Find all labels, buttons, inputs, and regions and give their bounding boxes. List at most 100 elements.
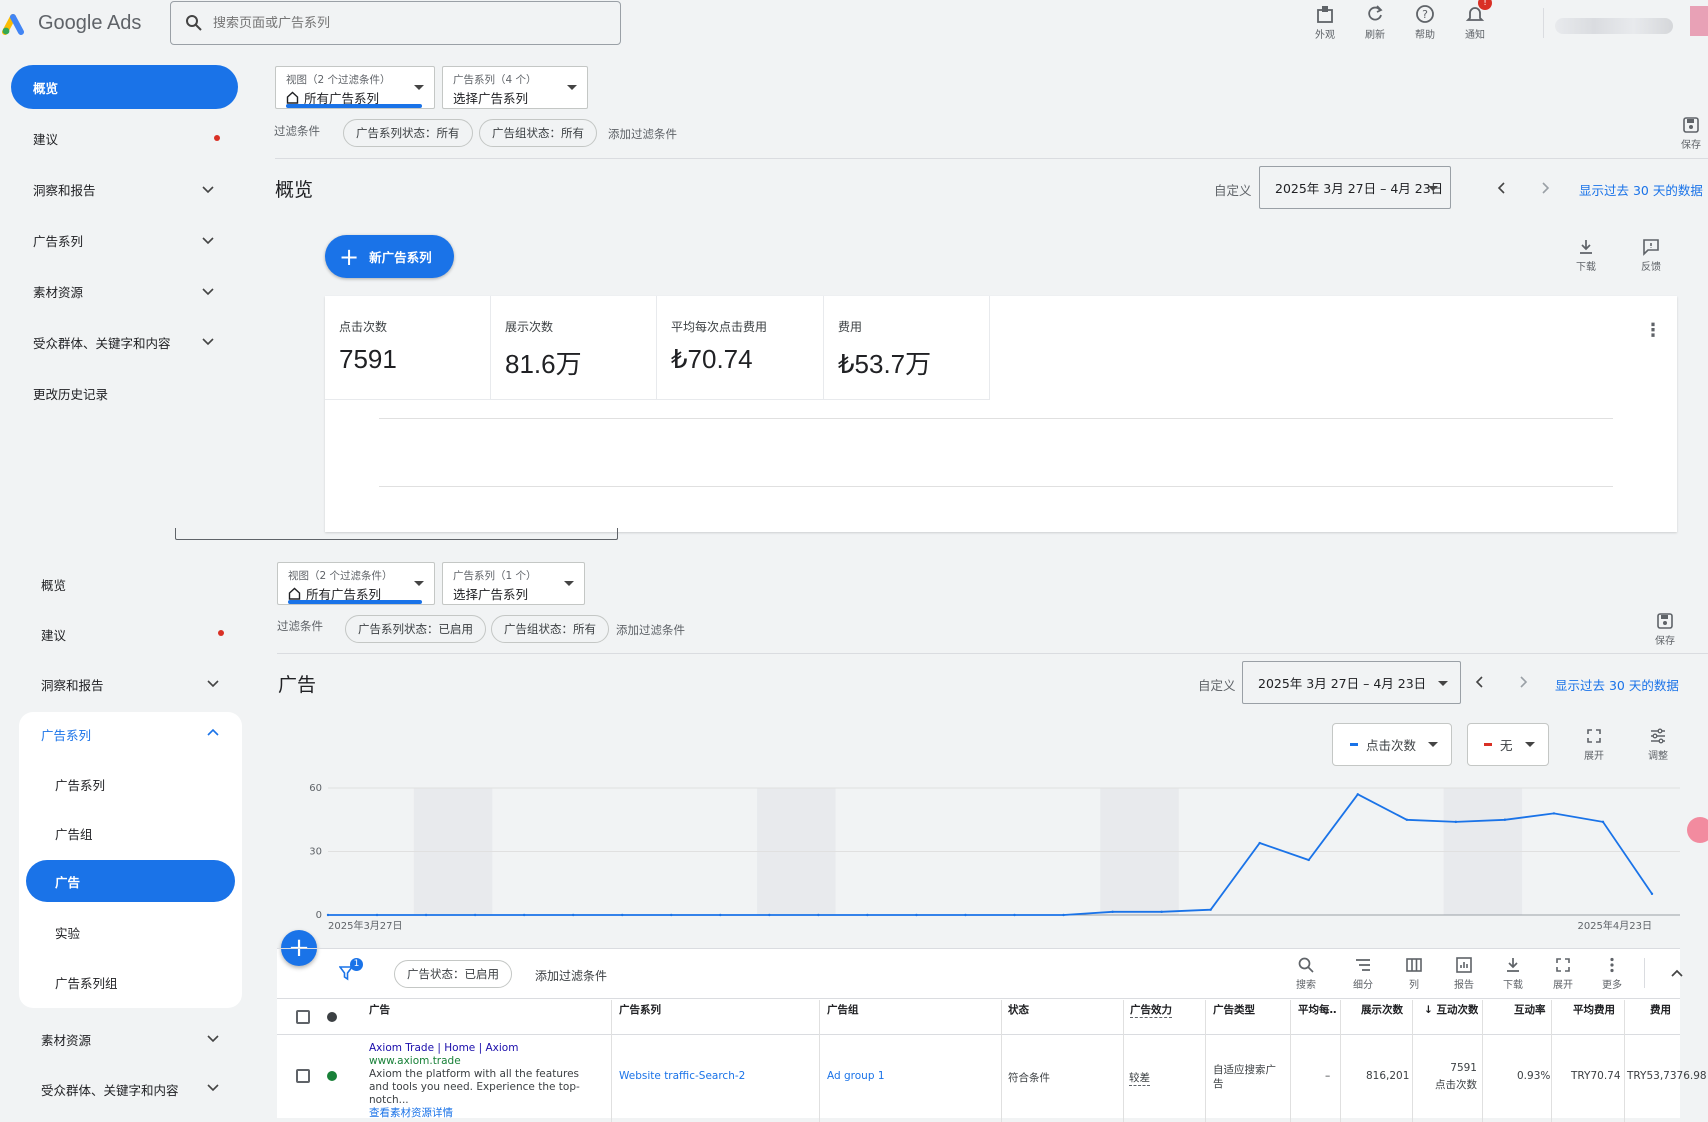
chart-metric1-select[interactable]: 点击次数	[1332, 723, 1452, 766]
ad-status-chip[interactable]: 广告状态：已启用	[394, 960, 512, 988]
data-point[interactable]	[1454, 820, 1458, 824]
view-dropdown[interactable]: 视图（2 个过滤条件） 所有广告系列	[277, 562, 435, 605]
search-box[interactable]	[170, 1, 621, 45]
save-button[interactable]: 保存	[1681, 116, 1701, 151]
data-point[interactable]	[964, 913, 967, 917]
column-header-avg-cpc[interactable]: 平均每…	[1298, 1002, 1336, 1017]
data-point[interactable]	[817, 913, 820, 917]
sidebar-item-overview[interactable]: 概览	[41, 575, 66, 594]
download-button[interactable]: 下载	[1576, 238, 1596, 273]
metric-avg-cpc[interactable]: 平均每次点击费用 ₺70.74	[657, 296, 824, 400]
help-button[interactable]: ? 帮助	[1400, 0, 1450, 41]
sidebar-item-assets[interactable]: 素材资源	[41, 1030, 91, 1049]
data-point[interactable]	[326, 913, 330, 917]
sidebar-subitem-campaigns[interactable]: 广告系列	[55, 775, 105, 794]
adgroup-status-chip[interactable]: 广告组状态：所有	[479, 119, 597, 147]
data-point[interactable]	[424, 913, 428, 917]
data-point[interactable]	[1209, 908, 1212, 911]
column-header-ad-strength[interactable]: 广告效力	[1130, 1002, 1172, 1018]
campaign-status-chip[interactable]: 广告系列状态：所有	[343, 119, 473, 147]
notifications-button[interactable]: ! 通知	[1450, 0, 1500, 41]
date-range-picker[interactable]: 2025年 3月 27日 – 4月 23日	[1242, 661, 1461, 704]
table-expand-button[interactable]: 展开	[1553, 956, 1573, 991]
metric-cost[interactable]: 费用 ₺53.7万	[824, 296, 990, 400]
metric-impressions[interactable]: 展示次数 81.6万	[491, 296, 657, 400]
sidebar-item-assets[interactable]: 素材资源	[33, 282, 83, 301]
search-input[interactable]	[213, 15, 593, 31]
date-range-picker[interactable]: 2025年 3月 27日 – 4月 23日	[1259, 166, 1451, 209]
sidebar-item-campaigns[interactable]: 广告系列	[41, 725, 91, 744]
campaign-status-chip[interactable]: 广告系列状态：已启用	[345, 615, 486, 643]
ad-headline[interactable]: Axiom Trade | Home | Axiom	[369, 1042, 584, 1055]
data-point[interactable]	[375, 913, 379, 917]
metric-clicks[interactable]: 点击次数 7591	[325, 296, 491, 400]
view-asset-details-link[interactable]: 查看素材资源详情	[369, 1107, 584, 1120]
avatar[interactable]	[1690, 6, 1708, 36]
data-point[interactable]	[621, 913, 624, 917]
more-button[interactable]: 更多	[1602, 956, 1622, 991]
sidebar-subitem-campaign-groups[interactable]: 广告系列组	[55, 973, 118, 992]
column-header-status[interactable]: 状态	[1008, 1002, 1029, 1017]
show-last-30-days-link[interactable]: 显示过去 30 天的数据	[1579, 180, 1703, 199]
chevron-down-icon[interactable]	[201, 334, 215, 348]
ad-strength[interactable]: 较差	[1129, 1070, 1150, 1086]
data-point[interactable]	[1258, 841, 1261, 845]
data-point[interactable]	[1405, 818, 1409, 821]
campaign-dropdown[interactable]: 广告系列（4 个） 选择广告系列	[442, 66, 588, 109]
data-point[interactable]	[915, 913, 918, 917]
data-point[interactable]	[670, 913, 673, 917]
sidebar-item-insights[interactable]: 洞察和报告	[33, 180, 96, 199]
column-header-ad-type[interactable]: 广告类型	[1213, 1002, 1255, 1017]
add-filter-link[interactable]: 添加过滤条件	[608, 126, 677, 142]
segment-button[interactable]: 细分	[1353, 956, 1373, 991]
data-point[interactable]	[866, 913, 869, 917]
campaign-link[interactable]: Website traffic-Search-2	[619, 1070, 745, 1082]
chevron-down-icon[interactable]	[206, 1031, 220, 1045]
chevron-left-icon[interactable]	[1472, 674, 1488, 690]
column-header-impressions[interactable]: 展示次数	[1361, 1002, 1403, 1017]
ad-preview[interactable]: Axiom Trade | Home | Axiom www.axiom.tra…	[369, 1042, 584, 1120]
account-info-blurred[interactable]	[1555, 18, 1673, 34]
column-header-avg-cost[interactable]: 平均费用	[1573, 1002, 1615, 1017]
sidebar-item-audiences[interactable]: 受众群体、关键字和内容	[41, 1080, 179, 1099]
chevron-left-icon[interactable]	[1494, 180, 1510, 196]
view-dropdown[interactable]: 视图（2 个过滤条件） 所有广告系列	[275, 66, 435, 109]
collapse-chevron-up-icon[interactable]	[1669, 966, 1685, 982]
data-point[interactable]	[1307, 858, 1310, 862]
new-campaign-button[interactable]: + 新广告系列	[325, 235, 454, 278]
column-header-adgroup[interactable]: 广告组	[827, 1002, 859, 1017]
adgroup-link[interactable]: Ad group 1	[827, 1070, 885, 1082]
chevron-down-icon[interactable]	[201, 233, 215, 247]
chevron-down-icon[interactable]	[206, 1080, 220, 1094]
adgroup-status-chip[interactable]: 广告组状态：所有	[491, 615, 609, 643]
chevron-down-icon[interactable]	[206, 676, 220, 690]
show-last-30-days-link[interactable]: 显示过去 30 天的数据	[1555, 675, 1679, 694]
chevron-right-icon[interactable]	[1537, 180, 1553, 196]
feedback-button[interactable]: 反馈	[1641, 238, 1661, 273]
table-download-button[interactable]: 下载	[1503, 956, 1523, 991]
assistant-bubble[interactable]	[1687, 817, 1708, 843]
data-point[interactable]	[1601, 820, 1605, 824]
reports-button[interactable]: 报告	[1454, 956, 1474, 991]
refresh-button[interactable]: 刷新	[1350, 0, 1400, 41]
chevron-up-icon[interactable]	[206, 726, 220, 740]
column-header-interactions[interactable]: ↓ 互动次数	[1424, 1002, 1478, 1017]
adjust-chart-button[interactable]: 调整	[1648, 727, 1668, 762]
data-point[interactable]	[768, 913, 771, 917]
sidebar-item-recommendations[interactable]: 建议	[33, 129, 58, 148]
table-search-button[interactable]: 搜索	[1296, 956, 1316, 991]
sidebar-item-audiences[interactable]: 受众群体、关键字和内容	[33, 333, 171, 352]
select-all-checkbox[interactable]	[296, 1010, 310, 1024]
sidebar-item-recommendations[interactable]: 建议	[41, 625, 66, 644]
chevron-down-icon[interactable]	[201, 284, 215, 298]
expand-chart-button[interactable]: 展开	[1584, 727, 1604, 762]
column-header-campaign[interactable]: 广告系列	[619, 1002, 661, 1017]
row-checkbox[interactable]	[296, 1069, 310, 1083]
save-button[interactable]: 保存	[1655, 612, 1675, 647]
more-options-icon[interactable]: ⋮	[1644, 320, 1662, 341]
sidebar-subitem-experiments[interactable]: 实验	[55, 923, 80, 942]
sidebar-subitem-adgroups[interactable]: 广告组	[55, 824, 93, 843]
columns-button[interactable]: 列	[1405, 956, 1423, 991]
data-point[interactable]	[571, 913, 575, 917]
data-point[interactable]	[1650, 892, 1654, 896]
